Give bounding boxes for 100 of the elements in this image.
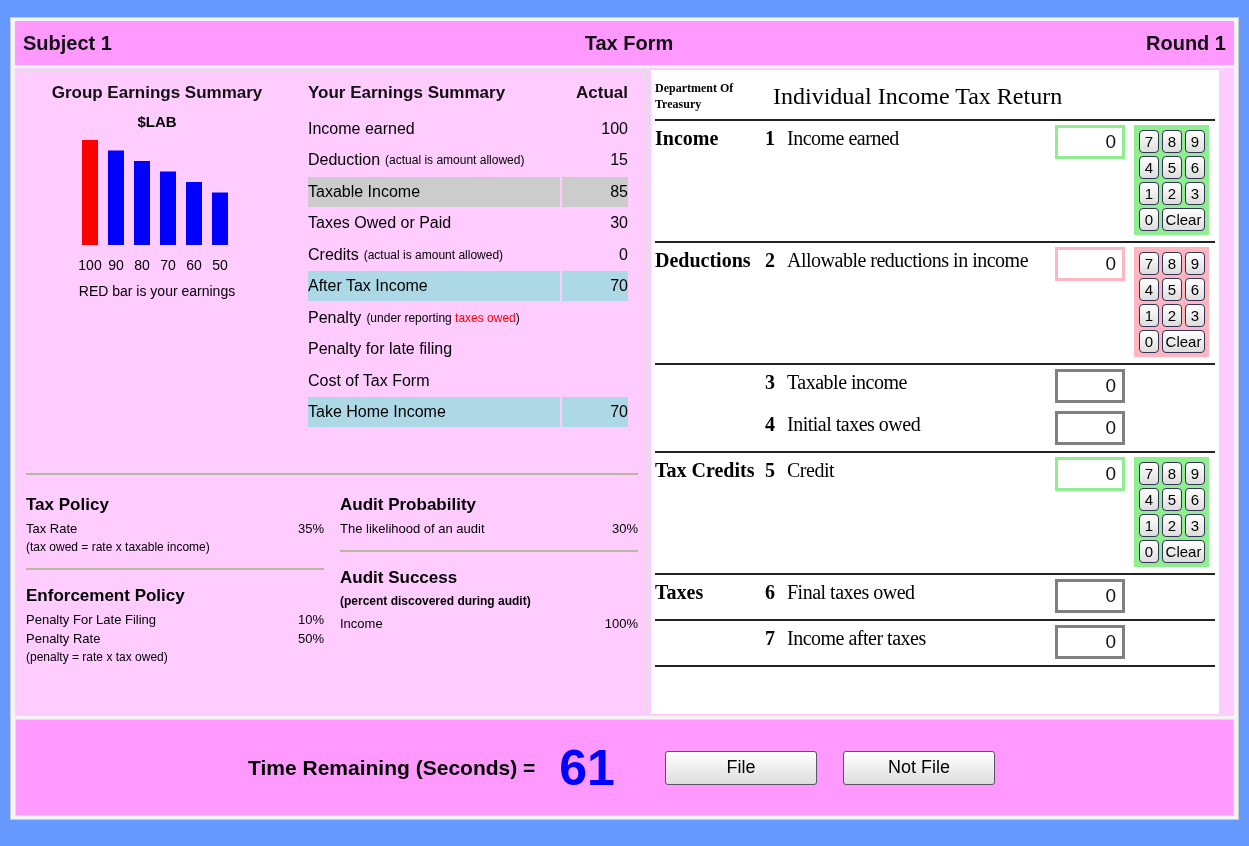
summary-label: Income earned	[308, 118, 416, 139]
summary-value: 30	[609, 213, 628, 234]
keypad-key[interactable]: 6	[1185, 278, 1205, 301]
keypad-key[interactable]: 9	[1185, 462, 1205, 485]
keypad-key[interactable]: Clear	[1162, 540, 1205, 563]
line-label: Income after taxes	[787, 626, 927, 650]
chart-title: Group Earnings Summary	[51, 83, 263, 103]
keypad-key[interactable]: 3	[1185, 182, 1205, 205]
summary-label: Penalty (under reporting taxes owed)	[308, 307, 521, 328]
section-heading: Deductions	[655, 249, 751, 271]
subject-label: Subject 1	[23, 31, 112, 55]
keypad-key[interactable]: Clear	[1162, 208, 1205, 231]
policy-value: 50%	[297, 631, 324, 646]
keypad-key[interactable]: 6	[1185, 488, 1205, 511]
amount-field[interactable]: 0	[1055, 457, 1125, 491]
amount-field[interactable]: 0	[1055, 369, 1125, 403]
amount-field[interactable]: 0	[1055, 411, 1125, 445]
policy-label: Income	[340, 616, 383, 631]
keypad-key[interactable]: 5	[1162, 278, 1182, 301]
amount-field[interactable]: 0	[1055, 247, 1125, 281]
keypad-key[interactable]: 7	[1139, 252, 1159, 275]
keypad-key[interactable]: 3	[1185, 304, 1205, 327]
policy-label: Penalty Rate	[26, 631, 101, 646]
policy-value: 10%	[297, 612, 324, 627]
policy-note: (penalty = rate x tax owed)	[26, 650, 169, 664]
summary-value: 15	[609, 150, 628, 171]
keypad-key[interactable]: 4	[1139, 278, 1159, 301]
line-label: Final taxes owed	[787, 580, 916, 604]
chart-caption: RED bar is your earnings	[78, 283, 236, 299]
timer-label: Time Remaining (Seconds) =	[248, 755, 536, 780]
policy-note: (tax owed = rate x taxable income)	[26, 540, 211, 554]
keypad-key[interactable]: 2	[1162, 304, 1182, 327]
bar-label: 90	[108, 257, 124, 273]
summary-label: Credits (actual is amount allowed)	[308, 244, 505, 265]
agency-label: Department Of Treasury	[655, 80, 735, 113]
bar-label: 70	[160, 257, 176, 273]
line-label: Taxable income	[787, 370, 908, 394]
line-number: 6	[765, 580, 776, 604]
summary-label: After Tax Income	[308, 271, 560, 302]
amount-field[interactable]: 0	[1055, 579, 1125, 613]
keypad-key[interactable]: 2	[1162, 182, 1182, 205]
amount-field[interactable]: 0	[1055, 625, 1125, 659]
policy-value: 30%	[611, 521, 638, 536]
keypad-key[interactable]: 2	[1162, 514, 1182, 537]
keypad-key[interactable]: 5	[1162, 488, 1182, 511]
keypad-key[interactable]: 8	[1162, 130, 1182, 153]
keypad-key[interactable]: 1	[1139, 514, 1159, 537]
line-number: 7	[765, 626, 776, 650]
policy-label: The likelihood of an audit	[340, 521, 485, 536]
keypad-key[interactable]: 1	[1139, 304, 1159, 327]
timer-value: 61	[559, 738, 615, 797]
keypad-key[interactable]: 8	[1162, 252, 1182, 275]
keypad-key[interactable]: 9	[1185, 252, 1205, 275]
keypad-key[interactable]: 7	[1139, 130, 1159, 153]
section-title: Audit Success	[340, 568, 459, 588]
keypad-key[interactable]: 0	[1139, 540, 1159, 563]
column-header: Actual	[576, 83, 628, 104]
file-button[interactable]: Not File	[842, 750, 995, 785]
amount-field[interactable]: 0	[1055, 125, 1125, 159]
keypad-key[interactable]: 4	[1139, 488, 1159, 511]
summary-value: 85	[562, 176, 628, 207]
summary-label: Deduction (actual is amount allowed)	[308, 150, 526, 171]
keypad-key[interactable]: 5	[1162, 156, 1182, 179]
keypad-key[interactable]: 8	[1162, 462, 1182, 485]
summary-label: Penalty for late filing	[308, 339, 454, 360]
keypad-key[interactable]: 6	[1185, 156, 1205, 179]
form-heading: Individual Income Tax Return	[773, 83, 1063, 110]
section-subtitle: (percent discovered during audit)	[340, 594, 532, 608]
keypad-key[interactable]: 7	[1139, 462, 1159, 485]
line-number: 4	[765, 412, 776, 436]
line-label: Credit	[787, 458, 836, 482]
line-number: 2	[765, 248, 776, 272]
section-heading: Taxes	[655, 581, 704, 603]
chart-subtitle: $LAB	[137, 113, 177, 130]
bar-label: 50	[212, 257, 228, 273]
policy-label: Tax Rate	[26, 521, 78, 536]
file-button[interactable]: File	[664, 750, 817, 785]
bar-label: 60	[186, 257, 202, 273]
policy-value: 100%	[604, 616, 638, 631]
keypad-key[interactable]: 0	[1139, 208, 1159, 231]
keypad-key[interactable]: 4	[1139, 156, 1159, 179]
line-label: Initial taxes owed	[787, 412, 922, 436]
section-heading: Tax Credits	[655, 459, 755, 481]
section-title: Tax Policy	[26, 495, 110, 515]
summary-label: Taxes Owed or Paid	[308, 213, 453, 234]
keypad-key[interactable]: 0	[1139, 330, 1159, 353]
form-title: Tax Form	[584, 31, 674, 55]
summary-value: 70	[562, 397, 628, 428]
keypad-key[interactable]: 3	[1185, 514, 1205, 537]
summary-label: Taxable Income	[308, 176, 560, 207]
summary-value: 0	[618, 244, 628, 265]
line-number: 5	[765, 458, 776, 482]
summary-title: Your Earnings Summary	[308, 83, 506, 104]
keypad-key[interactable]: Clear	[1162, 330, 1205, 353]
summary-value: 70	[562, 271, 628, 302]
round-label: Round 1	[1146, 31, 1226, 55]
keypad-key[interactable]: 9	[1185, 130, 1205, 153]
keypad-key[interactable]: 1	[1139, 182, 1159, 205]
line-number: 3	[765, 370, 776, 394]
section-title: Enforcement Policy	[26, 586, 186, 606]
